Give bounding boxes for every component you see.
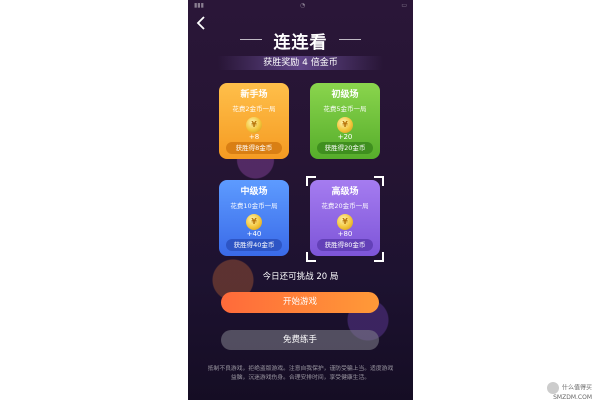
reward-banner: 获胜奖励 4 倍金币 [218, 56, 383, 70]
selection-corner-icon [306, 252, 316, 262]
room-win-label: 获胜得8金币 [226, 142, 282, 154]
room-cost: 花费10金币一局 [230, 202, 278, 210]
room-win-label: 获胜得40金币 [226, 239, 282, 251]
room-name: 高级场 [331, 187, 359, 197]
room-win-label: 获胜得20金币 [317, 142, 373, 154]
clock-icon: ◔ [299, 1, 306, 9]
room-card-novice[interactable]: 新手场 花费2金币一局 ¥ +8 获胜得8金币 [219, 83, 289, 159]
selection-corner-icon [374, 252, 384, 262]
room-card-advanced[interactable]: 高级场 花费20金币一局 ¥ +80 获胜得80金币 [310, 180, 380, 256]
page-title: 连连看 [273, 33, 328, 53]
room-reward: +40 [246, 230, 262, 238]
selection-corner-icon [374, 176, 384, 186]
phone-screen: ▮▮▮ ◔ ▭ 连连看 获胜奖励 4 倍金币 新手场 花费2金币一局 ¥ +8 … [188, 0, 413, 400]
free-practice-button[interactable]: 免费练手 [221, 330, 379, 350]
battery-icon: ▭ [401, 1, 407, 9]
title-decoration-right [339, 39, 361, 40]
room-card-intermediate[interactable]: 中级场 花费10金币一局 ¥ +40 获胜得40金币 [219, 180, 289, 256]
room-cost: 花费20金币一局 [321, 202, 369, 210]
room-name: 中级场 [240, 187, 268, 197]
coin-icon: ¥ [337, 117, 353, 133]
room-reward: +80 [337, 230, 353, 238]
watermark-text: 什么值得买 [561, 384, 592, 392]
room-name: 初级场 [331, 90, 359, 100]
room-win-label: 获胜得80金币 [317, 239, 373, 251]
room-card-junior[interactable]: 初级场 花费5金币一局 ¥ +20 获胜得20金币 [310, 83, 380, 159]
start-game-button[interactable]: 开始游戏 [221, 292, 379, 313]
daily-remaining: 今日还可挑战 20 局 [262, 272, 339, 282]
signal-icon: ▮▮▮ [194, 1, 204, 9]
watermark-logo-icon [546, 382, 559, 394]
room-name: 新手场 [240, 90, 268, 100]
room-reward: +20 [337, 133, 353, 141]
room-cost: 花费2金币一局 [232, 105, 276, 113]
room-cost: 花费5金币一局 [323, 105, 367, 113]
watermark: 什么值得买 SMZDM.COM [546, 382, 592, 401]
coin-icon: ¥ [246, 117, 262, 133]
coin-icon: ¥ [337, 214, 353, 230]
health-notice: 抵制不良游戏，拒绝盗版游戏。注意自我保护，谨防受骗上当。适度游戏益脑，沉迷游戏伤… [207, 366, 394, 381]
status-bar: ▮▮▮ ◔ ▭ [188, 0, 413, 10]
selection-corner-icon [306, 176, 316, 186]
coin-icon: ¥ [246, 214, 262, 230]
room-reward: +8 [248, 133, 260, 141]
